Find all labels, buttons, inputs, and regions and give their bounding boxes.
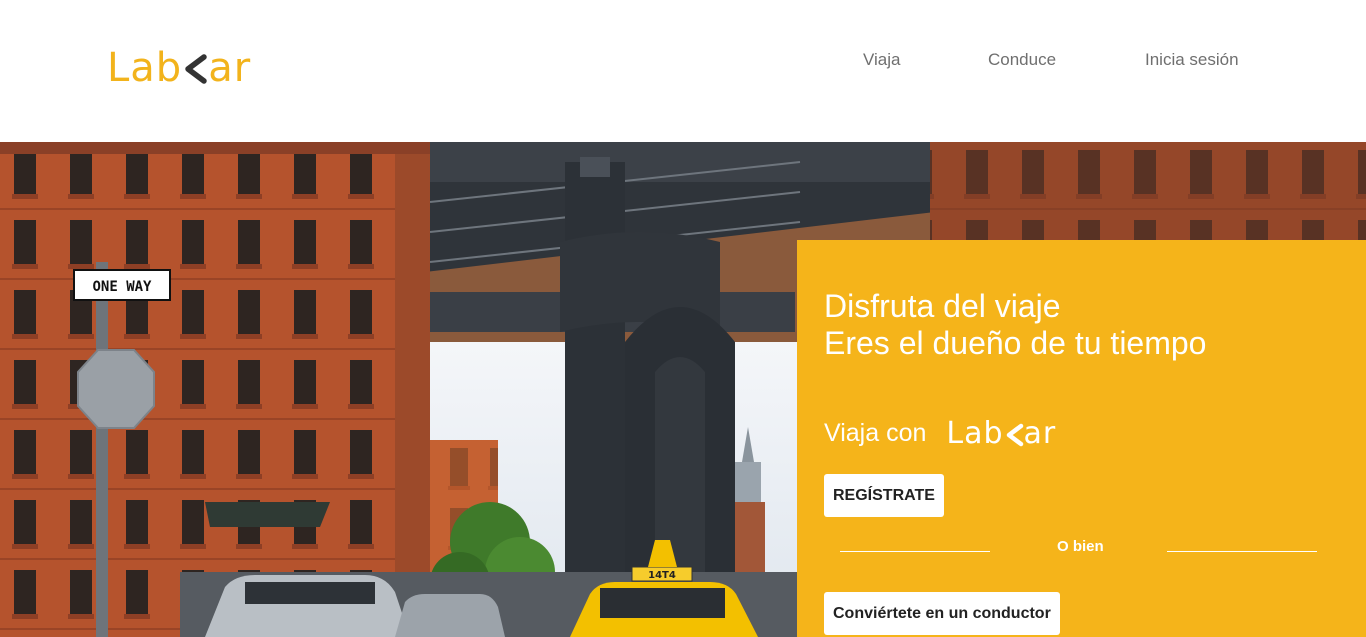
logo-text-right: ar xyxy=(208,45,252,91)
labcar-logo[interactable]: Lab ar xyxy=(107,45,252,91)
nav-login[interactable]: Inicia sesión xyxy=(1145,50,1239,70)
headline-line-1: Disfruta del viaje xyxy=(824,288,1061,324)
logo-text-left: Lab xyxy=(107,45,183,91)
one-way-sign-text: ONE WAY xyxy=(92,279,152,295)
or-text: O bien xyxy=(1057,538,1104,555)
become-driver-button[interactable]: Conviértete en un conductor xyxy=(824,592,1060,635)
logo-text-right: ar xyxy=(1023,416,1057,451)
logo-text-left: Lab xyxy=(946,416,1004,451)
divider-line-left xyxy=(840,551,990,552)
or-divider: O bien xyxy=(797,536,1366,558)
viaja-con-text: Viaja con xyxy=(824,419,927,447)
top-header: Lab ar Viaja Conduce Inicia sesión xyxy=(0,0,1366,142)
labcar-logo-white: Lab ar xyxy=(946,416,1056,451)
nav-viaja[interactable]: Viaja xyxy=(863,50,901,70)
divider-line-right xyxy=(1167,551,1317,552)
register-button[interactable]: REGÍSTRATE xyxy=(824,474,944,517)
cta-panel: Disfruta del viaje Eres el dueño de tu t… xyxy=(797,240,1366,637)
viaja-con-row: Viaja con Lab ar xyxy=(824,416,1056,451)
headline-line-2: Eres el dueño de tu tiempo xyxy=(824,325,1207,361)
chevron-left-icon xyxy=(1004,419,1024,449)
chevron-left-icon xyxy=(182,48,208,88)
taxi-number-text: 14T4 xyxy=(648,570,676,581)
hero-headline: Disfruta del viaje Eres el dueño de tu t… xyxy=(824,288,1206,362)
nav-conduce[interactable]: Conduce xyxy=(988,50,1056,70)
